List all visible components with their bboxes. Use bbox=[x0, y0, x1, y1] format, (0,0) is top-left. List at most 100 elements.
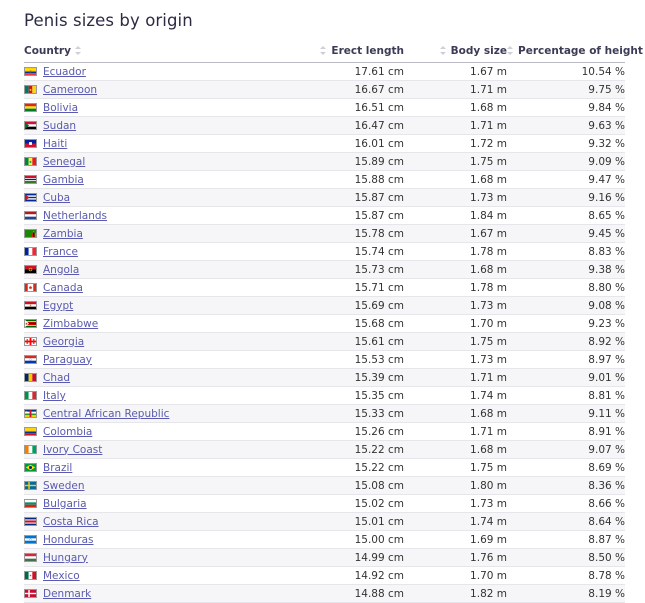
country-link[interactable]: Brazil bbox=[43, 462, 72, 474]
cell-percentage-of-height: 9.63 % bbox=[507, 117, 625, 135]
cell-body-size: 1.70 m bbox=[404, 315, 507, 333]
sort-toggle-icon[interactable] bbox=[440, 46, 447, 55]
country-link[interactable]: Senegal bbox=[43, 156, 85, 168]
flag-icon bbox=[24, 247, 37, 256]
country-link[interactable]: Canada bbox=[43, 282, 83, 294]
table-header: Country Erect length Body size bbox=[24, 45, 625, 63]
country-link[interactable]: Zimbabwe bbox=[43, 318, 98, 330]
flag-icon bbox=[24, 85, 37, 94]
cell-country: Senegal bbox=[24, 153, 286, 171]
cell-body-size: 1.80 m bbox=[404, 477, 507, 495]
cell-erect-length: 15.00 cm bbox=[286, 531, 404, 549]
cell-country: Cuba bbox=[24, 189, 286, 207]
table-row: Ecuador17.61 cm1.67 m10.54 % bbox=[24, 63, 625, 81]
country-link[interactable]: Honduras bbox=[43, 534, 94, 546]
column-label-country: Country bbox=[24, 45, 71, 57]
table-row: Senegal15.89 cm1.75 m9.09 % bbox=[24, 153, 625, 171]
flag-icon bbox=[24, 589, 37, 598]
column-header-body-size[interactable]: Body size bbox=[404, 45, 507, 63]
table-row: Cuba15.87 cm1.73 m9.16 % bbox=[24, 189, 625, 207]
table-body: Ecuador17.61 cm1.67 m10.54 %Cameroon16.6… bbox=[24, 63, 625, 603]
country-link[interactable]: Egypt bbox=[43, 300, 73, 312]
flag-icon bbox=[24, 301, 37, 310]
flag-icon bbox=[24, 535, 37, 544]
country-link[interactable]: Netherlands bbox=[43, 210, 107, 222]
cell-country: France bbox=[24, 243, 286, 261]
country-link[interactable]: Zambia bbox=[43, 228, 83, 240]
table-row: Bolivia16.51 cm1.68 m9.84 % bbox=[24, 99, 625, 117]
cell-country: Canada bbox=[24, 279, 286, 297]
table-row: Denmark14.88 cm1.82 m8.19 % bbox=[24, 585, 625, 603]
cell-body-size: 1.72 m bbox=[404, 135, 507, 153]
country-link[interactable]: France bbox=[43, 246, 78, 258]
cell-percentage-of-height: 9.08 % bbox=[507, 297, 625, 315]
country-link[interactable]: Ivory Coast bbox=[43, 444, 102, 456]
table-row: Angola15.73 cm1.68 m9.38 % bbox=[24, 261, 625, 279]
cell-country: Gambia bbox=[24, 171, 286, 189]
country-link[interactable]: Bulgaria bbox=[43, 498, 87, 510]
table-row: Costa Rica15.01 cm1.74 m8.64 % bbox=[24, 513, 625, 531]
cell-country: Ecuador bbox=[24, 63, 286, 81]
cell-country: Egypt bbox=[24, 297, 286, 315]
country-link[interactable]: Haiti bbox=[43, 138, 67, 150]
country-link[interactable]: Paraguay bbox=[43, 354, 92, 366]
table-row: Gambia15.88 cm1.68 m9.47 % bbox=[24, 171, 625, 189]
cell-body-size: 1.75 m bbox=[404, 459, 507, 477]
table-row: Haiti16.01 cm1.72 m9.32 % bbox=[24, 135, 625, 153]
cell-body-size: 1.73 m bbox=[404, 351, 507, 369]
cell-erect-length: 15.22 cm bbox=[286, 441, 404, 459]
cell-percentage-of-height: 9.84 % bbox=[507, 99, 625, 117]
country-link[interactable]: Georgia bbox=[43, 336, 84, 348]
cell-body-size: 1.73 m bbox=[404, 297, 507, 315]
table-row: Colombia15.26 cm1.71 m8.91 % bbox=[24, 423, 625, 441]
column-header-erect-length[interactable]: Erect length bbox=[286, 45, 404, 63]
cell-body-size: 1.68 m bbox=[404, 441, 507, 459]
cell-country: Colombia bbox=[24, 423, 286, 441]
cell-body-size: 1.82 m bbox=[404, 585, 507, 603]
country-link[interactable]: Denmark bbox=[43, 588, 91, 600]
country-link[interactable]: Cuba bbox=[43, 192, 70, 204]
cell-body-size: 1.68 m bbox=[404, 171, 507, 189]
cell-country: Georgia bbox=[24, 333, 286, 351]
country-link[interactable]: Chad bbox=[43, 372, 70, 384]
cell-percentage-of-height: 8.83 % bbox=[507, 243, 625, 261]
flag-icon bbox=[24, 553, 37, 562]
country-link[interactable]: Costa Rica bbox=[43, 516, 99, 528]
cell-percentage-of-height: 9.16 % bbox=[507, 189, 625, 207]
table-row: Honduras15.00 cm1.69 m8.87 % bbox=[24, 531, 625, 549]
country-link[interactable]: Central African Republic bbox=[43, 408, 169, 420]
cell-percentage-of-height: 8.97 % bbox=[507, 351, 625, 369]
cell-percentage-of-height: 8.92 % bbox=[507, 333, 625, 351]
cell-country: Haiti bbox=[24, 135, 286, 153]
table-row: France15.74 cm1.78 m8.83 % bbox=[24, 243, 625, 261]
cell-erect-length: 15.39 cm bbox=[286, 369, 404, 387]
column-header-country[interactable]: Country bbox=[24, 45, 286, 63]
country-link[interactable]: Mexico bbox=[43, 570, 80, 582]
flag-icon bbox=[24, 319, 37, 328]
sort-toggle-icon[interactable] bbox=[507, 46, 514, 55]
cell-erect-length: 15.01 cm bbox=[286, 513, 404, 531]
flag-icon bbox=[24, 265, 37, 274]
cell-percentage-of-height: 8.87 % bbox=[507, 531, 625, 549]
country-link[interactable]: Angola bbox=[43, 264, 79, 276]
country-link[interactable]: Cameroon bbox=[43, 84, 97, 96]
cell-country: Paraguay bbox=[24, 351, 286, 369]
cell-percentage-of-height: 8.80 % bbox=[507, 279, 625, 297]
sort-toggle-icon[interactable] bbox=[320, 46, 327, 55]
country-link[interactable]: Colombia bbox=[43, 426, 92, 438]
country-link[interactable]: Ecuador bbox=[43, 66, 86, 78]
sort-toggle-icon[interactable] bbox=[75, 46, 82, 55]
table-row: Netherlands15.87 cm1.84 m8.65 % bbox=[24, 207, 625, 225]
country-link[interactable]: Italy bbox=[43, 390, 66, 402]
country-link[interactable]: Sudan bbox=[43, 120, 76, 132]
cell-erect-length: 15.68 cm bbox=[286, 315, 404, 333]
table-row: Paraguay15.53 cm1.73 m8.97 % bbox=[24, 351, 625, 369]
flag-icon bbox=[24, 409, 37, 418]
cell-erect-length: 15.02 cm bbox=[286, 495, 404, 513]
column-header-percentage-of-height[interactable]: Percentage of height bbox=[507, 45, 625, 63]
country-link[interactable]: Bolivia bbox=[43, 102, 78, 114]
country-link[interactable]: Hungary bbox=[43, 552, 88, 564]
country-link[interactable]: Gambia bbox=[43, 174, 84, 186]
country-link[interactable]: Sweden bbox=[43, 480, 85, 492]
cell-country: Costa Rica bbox=[24, 513, 286, 531]
